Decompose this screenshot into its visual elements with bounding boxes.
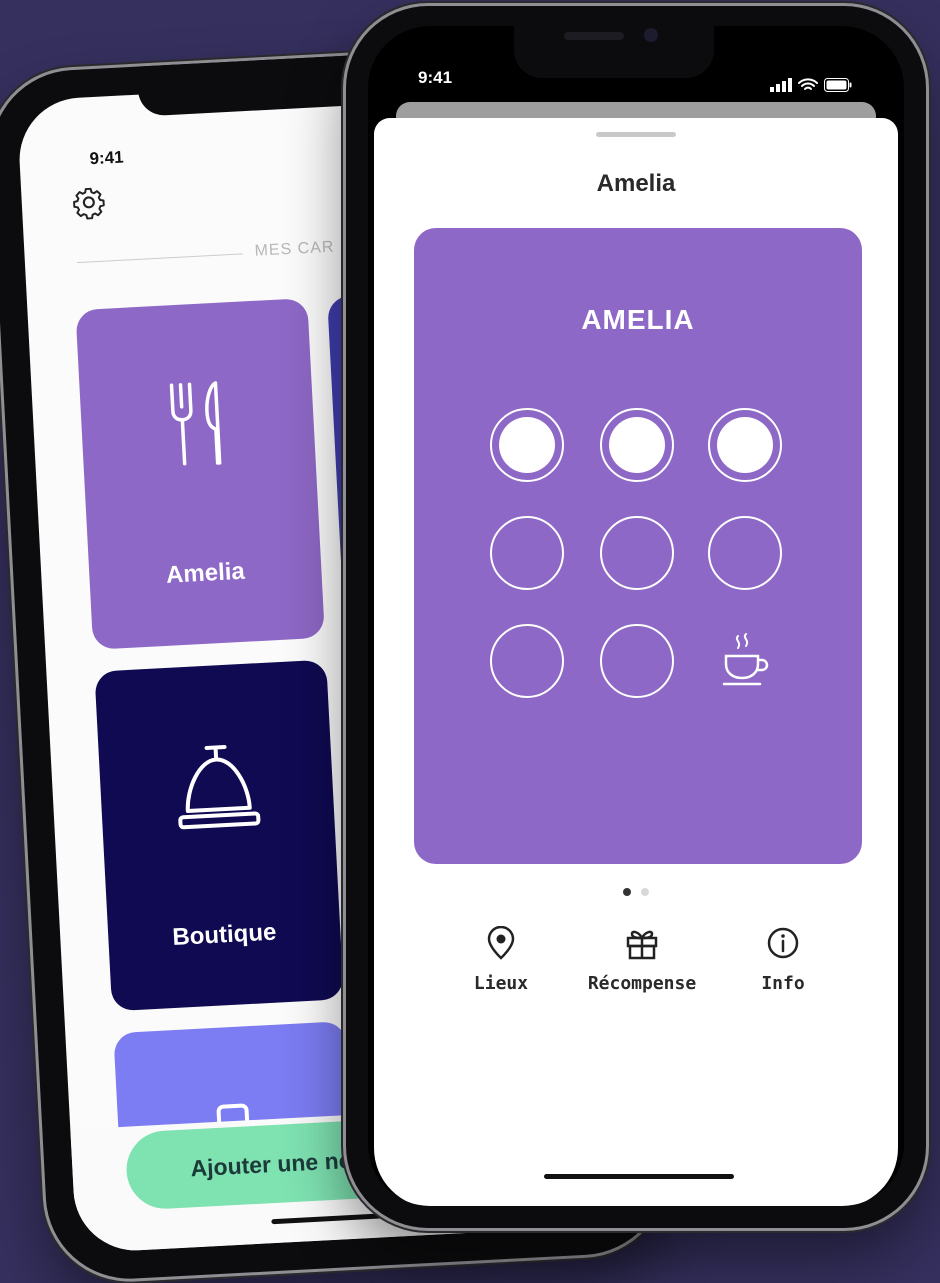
gear-icon[interactable] bbox=[71, 185, 107, 221]
stamp-empty bbox=[490, 624, 564, 698]
page-dot-active[interactable] bbox=[623, 888, 631, 896]
action-label: Info bbox=[761, 973, 805, 994]
action-recompense[interactable]: Récompense bbox=[562, 926, 722, 994]
status-icons bbox=[770, 78, 852, 92]
home-indicator bbox=[544, 1174, 734, 1179]
location-pin-icon bbox=[487, 925, 515, 960]
sheet-grabber[interactable] bbox=[596, 132, 676, 137]
tile-label: Amelia bbox=[165, 557, 246, 589]
action-label: Récompense bbox=[587, 973, 697, 994]
tile-label: Boutique bbox=[171, 918, 277, 951]
card-tile-boutique[interactable]: Boutique bbox=[94, 659, 344, 1012]
front-phone-screen: 9:41 Amelia AMELIA Lieux Récompense Info bbox=[368, 26, 904, 1206]
status-time: 9:41 bbox=[89, 147, 125, 169]
loyalty-card[interactable]: AMELIA bbox=[414, 228, 862, 864]
gift-icon bbox=[626, 930, 658, 960]
status-time: 9:41 bbox=[418, 68, 453, 87]
camera bbox=[644, 28, 658, 42]
stamp-filled bbox=[600, 408, 674, 482]
speaker bbox=[564, 32, 624, 40]
info-icon bbox=[767, 927, 799, 959]
stamp-empty bbox=[600, 516, 674, 590]
card-detail-sheet: Amelia AMELIA Lieux Récompense Info bbox=[374, 118, 898, 1206]
page-dot[interactable] bbox=[641, 888, 649, 896]
signal-icon bbox=[770, 78, 792, 92]
coffee-cup-icon bbox=[722, 633, 769, 686]
service-bell-icon bbox=[178, 745, 261, 830]
action-info[interactable]: Info bbox=[708, 926, 858, 994]
stamp-filled bbox=[490, 408, 564, 482]
notch bbox=[514, 6, 714, 78]
utensils-icon bbox=[169, 381, 222, 466]
section-divider bbox=[76, 253, 243, 264]
section-label: MES CAR bbox=[254, 238, 335, 260]
card-title: AMELIA bbox=[581, 304, 695, 335]
sheet-title: Amelia bbox=[596, 170, 676, 197]
battery-icon bbox=[824, 78, 852, 92]
stamp-empty bbox=[490, 516, 564, 590]
action-lieux[interactable]: Lieux bbox=[426, 925, 576, 994]
wifi-icon bbox=[798, 78, 818, 90]
card-tile-amelia[interactable]: Amelia bbox=[75, 298, 325, 650]
stamp-empty bbox=[600, 624, 674, 698]
stamp-filled bbox=[708, 408, 782, 482]
front-phone: 9:41 Amelia AMELIA Lieux Récompense Info bbox=[346, 6, 926, 1228]
action-label: Lieux bbox=[473, 973, 529, 994]
stamp-empty bbox=[708, 516, 782, 590]
page-indicator[interactable] bbox=[374, 888, 898, 896]
